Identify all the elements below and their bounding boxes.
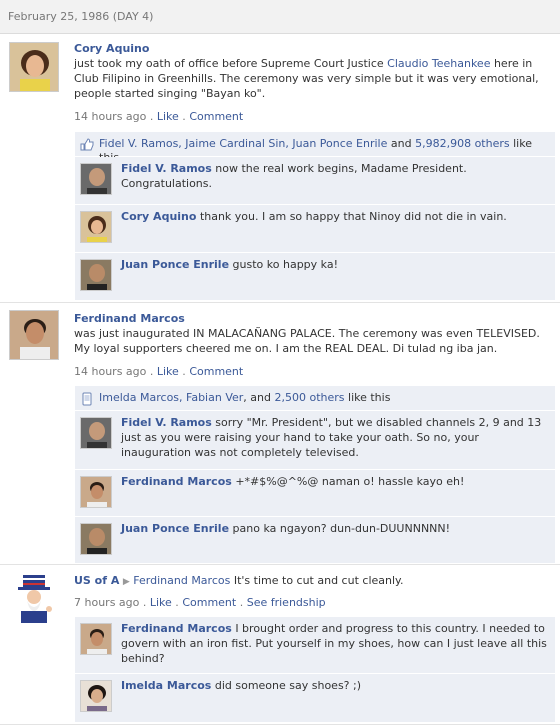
avatar[interactable] [80, 211, 112, 243]
post-author[interactable]: Cory Aquino [74, 42, 149, 55]
likes-bar: Fidel V. Ramos, Jaime Cardinal Sin, Juan… [75, 132, 555, 164]
comment-author[interactable]: Ferdinand Marcos [121, 475, 232, 488]
post-meta: 14 hours ago . Like . Comment [74, 110, 244, 123]
avatar[interactable] [9, 573, 59, 623]
comment: Juan Ponce Enrile pano ka ngayon? dun-du… [75, 517, 555, 564]
like-link[interactable]: Like [157, 110, 179, 123]
likers-others[interactable]: 2,500 others [274, 391, 344, 404]
comment: Juan Ponce Enrile gusto ko happy ka! [75, 253, 555, 301]
comment-author[interactable]: Ferdinand Marcos [121, 622, 232, 635]
comment-text: pano ka ngayon? dun-dun-DUUNNNNN! [232, 522, 451, 535]
comment: Cory Aquino thank you. I am so happy tha… [75, 205, 555, 253]
comment-author[interactable]: Imelda Marcos [121, 679, 211, 692]
comment: Ferdinand Marcos I brought order and pro… [75, 617, 555, 674]
comment-author[interactable]: Cory Aquino [121, 210, 196, 223]
post-timestamp: 14 hours ago [74, 110, 147, 123]
post-text: US of A ▶ Ferdinand Marcos It's time to … [74, 574, 404, 587]
post-timestamp: 7 hours ago [74, 596, 140, 609]
story-cory-aquino: Cory Aquino just took my oath of office … [0, 34, 560, 303]
avatar[interactable] [9, 310, 59, 360]
post-meta: 14 hours ago . Like . Comment [74, 365, 244, 378]
arrow-right-icon: ▶ [122, 577, 130, 587]
comment-text: +*#$%@^%@ naman o! hassle kayo eh! [235, 475, 465, 488]
likers-others[interactable]: 5,982,908 others [415, 137, 510, 150]
thumbs-up-icon [80, 138, 94, 151]
avatar[interactable] [80, 623, 112, 655]
post-timestamp: 14 hours ago [74, 365, 147, 378]
avatar[interactable] [80, 523, 112, 555]
comment-link[interactable]: Comment [189, 365, 243, 378]
comment: Ferdinand Marcos +*#$%@^%@ naman o! hass… [75, 470, 555, 517]
comment: Imelda Marcos did someone say shoes? ;) [75, 674, 555, 723]
avatar[interactable] [80, 476, 112, 508]
avatar[interactable] [80, 680, 112, 712]
post-author[interactable]: Ferdinand Marcos [74, 312, 185, 325]
mention-link[interactable]: Claudio Teehankee [387, 57, 490, 70]
likes-bar: Imelda Marcos, Fabian Ver, and 2,500 oth… [75, 386, 555, 411]
avatar[interactable] [80, 163, 112, 195]
comment-text: gusto ko happy ka! [232, 258, 338, 271]
likers-names[interactable]: Fidel V. Ramos, Jaime Cardinal Sin, Juan… [99, 137, 387, 150]
date-header: February 25, 1986 (DAY 4) [0, 0, 560, 34]
comment-text: thank you. I am so happy that Ninoy did … [199, 210, 507, 223]
like-link[interactable]: Like [150, 596, 172, 609]
comment: Fidel V. Ramos sorry "Mr. President", bu… [75, 411, 555, 470]
avatar[interactable] [80, 417, 112, 449]
comment-link[interactable]: Comment [182, 596, 236, 609]
story-us-of-a: US of A ▶ Ferdinand Marcos It's time to … [0, 565, 560, 725]
post-meta: 7 hours ago . Like . Comment . See frien… [74, 596, 326, 609]
comment-author[interactable]: Juan Ponce Enrile [121, 522, 229, 535]
avatar[interactable] [80, 259, 112, 291]
avatar[interactable] [9, 42, 59, 92]
like-link[interactable]: Like [157, 365, 179, 378]
comment-author[interactable]: Juan Ponce Enrile [121, 258, 229, 271]
post-author[interactable]: US of A [74, 574, 119, 587]
comment-link[interactable]: Comment [189, 110, 243, 123]
comment-author[interactable]: Fidel V. Ramos [121, 162, 212, 175]
target-profile-link[interactable]: Ferdinand Marcos [133, 574, 230, 587]
story-ferdinand-marcos: Ferdinand Marcos was just inaugurated IN… [0, 303, 560, 565]
likers-names[interactable]: Imelda Marcos, Fabian Ver [99, 391, 243, 404]
see-friendship-link[interactable]: See friendship [247, 596, 326, 609]
comment-author[interactable]: Fidel V. Ramos [121, 416, 212, 429]
phone-icon [80, 392, 94, 406]
post-text: Ferdinand Marcos was just inaugurated IN… [74, 312, 540, 355]
comment: Fidel V. Ramos now the real work begins,… [75, 157, 555, 205]
comment-text: did someone say shoes? ;) [214, 679, 362, 692]
post-text: Cory Aquino just took my oath of office … [74, 42, 539, 100]
